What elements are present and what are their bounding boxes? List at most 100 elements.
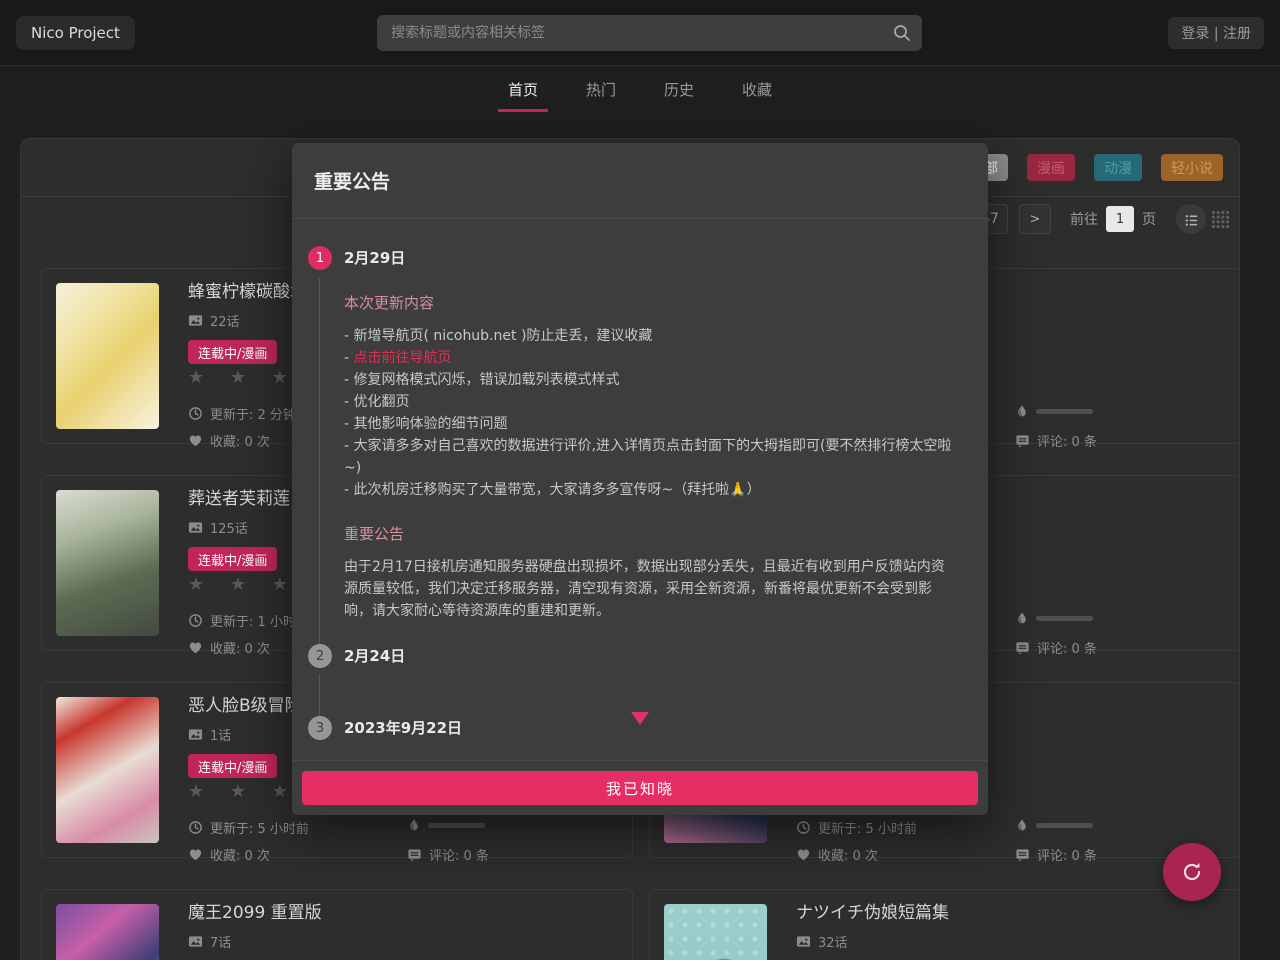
tab-history[interactable]: 历史: [654, 66, 704, 112]
page-unit-label: 页: [1142, 209, 1156, 229]
comments-count: 评论: 0 条: [1015, 638, 1097, 657]
manga-card[interactable]: ナツイチ伪娘短篇集 32话: [649, 889, 1240, 960]
image-icon: [188, 727, 203, 742]
scroll-down-indicator-icon: [631, 712, 649, 725]
goto-label: 前往: [1070, 209, 1098, 229]
tab-hot[interactable]: 热门: [576, 66, 626, 112]
update-heading: 本次更新内容: [344, 292, 958, 313]
timeline-date: 2月24日: [344, 644, 964, 668]
update-line: - 大家请多多对自己喜欢的数据进行评价,进入详情页点击封面下的大拇指即可(要不然…: [344, 435, 958, 479]
update-line: - 新增导航页( nicohub.net )防止走丢，建议收藏: [344, 325, 958, 347]
popularity-bar: [1036, 616, 1093, 621]
manga-title: 蜂蜜柠檬碳酸水: [188, 277, 307, 302]
refresh-fab[interactable]: [1163, 843, 1221, 901]
timeline-number: 1: [308, 246, 332, 270]
favorites-count: 收藏: 0 次: [796, 845, 878, 864]
manga-title: 葬送者芙莉莲: [188, 484, 290, 509]
popularity-meter: [1015, 611, 1093, 625]
top-navbar: Nico Project 登录 | 注册: [0, 0, 1280, 66]
status-badge: 连载中/漫画: [188, 754, 277, 778]
next-page-button[interactable]: >: [1019, 204, 1051, 234]
heart-icon: [188, 640, 203, 655]
update-line: - 此次机房迁移购买了大量带宽，大家请多多宣传呀~（拜托啦🙏）: [344, 479, 958, 501]
notice-paragraph: 由于2月17日接机房通知服务器硬盘出现损坏，数据出现部分丢失，且最近有收到用户反…: [344, 556, 958, 622]
search-icon[interactable]: [892, 23, 912, 43]
login-register-button[interactable]: 登录 | 注册: [1168, 17, 1264, 49]
popularity-bar: [1036, 823, 1093, 828]
manga-card[interactable]: 魔王2099 重置版 7话: [41, 889, 633, 960]
heart-icon: [188, 847, 203, 862]
flame-icon: [1015, 818, 1029, 832]
updated-time: 更新于: 2 分钟前: [188, 404, 309, 423]
flame-icon: [407, 818, 421, 832]
tab-favorites[interactable]: 收藏: [732, 66, 782, 112]
acknowledge-button[interactable]: 我已知晓: [302, 771, 978, 805]
page-number-input[interactable]: [1106, 206, 1134, 232]
update-line: - 修复网格模式闪烁，错误加载列表模式样式: [344, 369, 958, 391]
comments-count: 评论: 0 条: [1015, 431, 1097, 450]
list-view-button[interactable]: [1176, 204, 1206, 234]
announcement-modal: 重要公告 1 2月29日 本次更新内容 - 新增导航页( nicohub.net…: [292, 143, 988, 815]
popularity-meter: [1015, 818, 1093, 832]
manga-title: 恶人脸B级冒险: [188, 691, 302, 716]
status-badge: 连载中/漫画: [188, 547, 277, 571]
timeline-content: 本次更新内容 - 新增导航页( nicohub.net )防止走丢，建议收藏 -…: [344, 292, 964, 622]
search-input[interactable]: [377, 15, 922, 51]
flame-icon: [1015, 404, 1029, 418]
episode-count: 1话: [188, 725, 231, 744]
timeline-number: 2: [308, 644, 332, 668]
update-line: - 点击前往导航页: [344, 347, 958, 369]
manga-cover[interactable]: [56, 283, 159, 429]
filter-manga[interactable]: 漫画: [1027, 154, 1075, 181]
image-icon: [796, 934, 811, 949]
comment-icon: [1015, 640, 1030, 655]
comment-icon: [1015, 847, 1030, 862]
search-box: [377, 15, 922, 51]
clock-icon: [188, 406, 203, 421]
timeline-date: 2023年9月22日: [344, 716, 964, 740]
episode-count: 32话: [796, 932, 848, 951]
clock-icon: [796, 820, 811, 835]
update-line: - 其他影响体验的细节问题: [344, 413, 958, 435]
favorites-count: 收藏: 0 次: [188, 638, 270, 657]
heart-icon: [796, 847, 811, 862]
manga-cover[interactable]: [664, 904, 767, 960]
manga-cover[interactable]: [56, 490, 159, 636]
modal-body: 1 2月29日 本次更新内容 - 新增导航页( nicohub.net )防止走…: [292, 220, 988, 760]
comment-icon: [407, 847, 422, 862]
nav-page-link[interactable]: 点击前往导航页: [354, 350, 452, 366]
manga-cover[interactable]: [56, 904, 159, 960]
brand-logo[interactable]: Nico Project: [16, 16, 135, 50]
heart-icon: [188, 433, 203, 448]
manga-title: 魔王2099 重置版: [188, 898, 322, 923]
manga-cover[interactable]: [56, 697, 159, 843]
comments-count: 评论: 0 条: [407, 845, 489, 864]
timeline-date: 2月29日: [344, 246, 964, 270]
update-line: - 优化翻页: [344, 391, 958, 413]
notice-heading: 重要公告: [344, 523, 958, 544]
filter-novel[interactable]: 轻小说: [1161, 154, 1223, 181]
popularity-meter: [407, 818, 485, 832]
favorites-count: 收藏: 0 次: [188, 845, 270, 864]
modal-footer: 我已知晓: [292, 760, 988, 815]
updated-time: 更新于: 5 小时前: [796, 818, 917, 837]
clock-icon: [188, 820, 203, 835]
filter-anime[interactable]: 动漫: [1094, 154, 1142, 181]
grid-view-button[interactable]: [1212, 211, 1229, 228]
tab-home[interactable]: 首页: [498, 66, 548, 112]
image-icon: [188, 934, 203, 949]
popularity-bar: [428, 823, 485, 828]
category-filters: 全部 漫画 动漫 轻小说: [960, 154, 1223, 181]
pagination-toolbar: 47 > 前往 页: [972, 203, 1229, 235]
list-icon: [1184, 212, 1199, 227]
updated-time: 更新于: 1 小时前: [188, 611, 309, 630]
updated-time: 更新于: 5 小时前: [188, 818, 309, 837]
image-icon: [188, 313, 203, 328]
image-icon: [188, 520, 203, 535]
grid-icon: [1212, 211, 1229, 228]
refresh-icon: [1179, 859, 1205, 885]
episode-count: 125话: [188, 518, 248, 537]
modal-title: 重要公告: [314, 167, 390, 194]
timeline-item-1: 1 2月29日 本次更新内容 - 新增导航页( nicohub.net )防止走…: [308, 246, 964, 622]
comment-icon: [1015, 433, 1030, 448]
